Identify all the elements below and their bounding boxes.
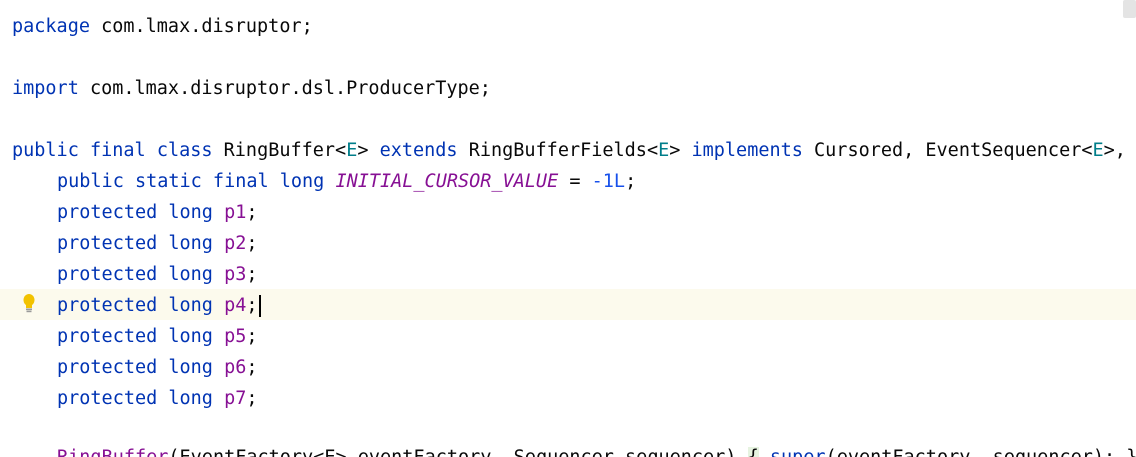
iface-type-param-open: <: [1081, 140, 1093, 161]
code-line-constructor[interactable]: RingBuffer(EventFactory<E> eventFactory,…: [57, 442, 1136, 457]
folded-brace[interactable]: {: [747, 447, 759, 457]
field-modifiers: protected long: [57, 202, 213, 223]
type-param-open: <: [335, 140, 347, 161]
field-modifiers: protected long: [57, 264, 213, 285]
code-line-field[interactable]: protected long p2;: [57, 228, 1136, 259]
code-line-field[interactable]: protected long p6;: [57, 352, 1136, 383]
type-param-close: >: [357, 140, 369, 161]
lightbulb-icon[interactable]: [21, 293, 37, 315]
field-modifiers: protected long: [57, 233, 213, 254]
class-name: RingBuffer: [223, 140, 336, 161]
super-keyword: super: [770, 447, 826, 457]
code-line-field[interactable]: protected long p3;: [57, 259, 1136, 290]
code-line-field[interactable]: protected long p5;: [57, 321, 1136, 352]
import-name: com.lmax.disruptor.dsl.ProducerType;: [89, 78, 491, 99]
text-caret: [258, 295, 261, 317]
extends-keyword: extends: [379, 140, 458, 161]
constant-value: -1L: [591, 171, 626, 192]
iface-type-param: E: [1092, 140, 1104, 161]
field-name: p1: [224, 202, 247, 223]
code-line-package[interactable]: package com.lmax.disruptor;: [12, 11, 1136, 42]
constructor-name: RingBuffer: [57, 447, 168, 457]
field-name: p7: [224, 388, 247, 409]
implements-keyword: implements: [691, 140, 803, 161]
field-modifiers: protected long: [57, 326, 213, 347]
package-name: com.lmax.disruptor;: [101, 16, 313, 37]
constant-semicolon: ;: [625, 171, 637, 192]
final-keyword: final: [89, 140, 146, 161]
equals-sign: =: [558, 171, 592, 192]
field-semicolon: ;: [246, 264, 258, 285]
field-semicolon: ;: [246, 202, 258, 223]
field-semicolon: ;: [246, 326, 258, 347]
code-line-class-declaration[interactable]: public final class RingBuffer<E> extends…: [12, 135, 1136, 166]
constructor-params: (EventFactory<E> eventFactory, Sequencer…: [168, 447, 747, 457]
class-decl-tail: ,: [1114, 140, 1126, 161]
field-modifiers: protected long: [57, 357, 213, 378]
super-type-param-close: >: [669, 140, 681, 161]
code-line-field[interactable]: protected long p1;: [57, 197, 1136, 228]
code-line-field[interactable]: protected long p7;: [57, 383, 1136, 414]
constant-modifiers: public static final long: [57, 171, 325, 192]
field-semicolon: ;: [246, 357, 258, 378]
super-type-param: E: [658, 140, 670, 161]
super-args: (eventFactory, sequencer); }: [826, 447, 1136, 457]
constant-name: INITIAL_CURSOR_VALUE: [335, 171, 559, 192]
iface-type-param-close: >: [1103, 140, 1115, 161]
field-semicolon: ;: [246, 295, 258, 316]
superclass-name: RingBufferFields: [468, 140, 647, 161]
public-keyword: public: [12, 140, 79, 161]
field-name: p6: [224, 357, 247, 378]
super-type-param-open: <: [646, 140, 659, 161]
code-line-import[interactable]: import com.lmax.disruptor.dsl.ProducerTy…: [12, 73, 1136, 104]
interfaces-list: Cursored, EventSequencer: [814, 140, 1082, 161]
field-name: p2: [224, 233, 247, 254]
field-name: p5: [224, 326, 247, 347]
field-name: p3: [224, 264, 247, 285]
field-modifiers: protected long: [57, 388, 213, 409]
field-name: p4: [224, 295, 247, 316]
code-line-field-current[interactable]: protected long p4;: [57, 290, 1136, 321]
package-keyword: package: [12, 16, 90, 37]
vertical-scrollbar[interactable]: [1123, 0, 1136, 18]
field-semicolon: ;: [246, 233, 258, 254]
code-line-constant[interactable]: public static final long INITIAL_CURSOR_…: [57, 166, 1136, 197]
type-param: E: [346, 140, 358, 161]
field-semicolon: ;: [246, 388, 258, 409]
field-modifiers: protected long: [57, 295, 213, 316]
import-keyword: import: [12, 78, 79, 99]
class-keyword: class: [156, 140, 213, 161]
code-editor[interactable]: package com.lmax.disruptor; import com.l…: [0, 0, 1136, 457]
